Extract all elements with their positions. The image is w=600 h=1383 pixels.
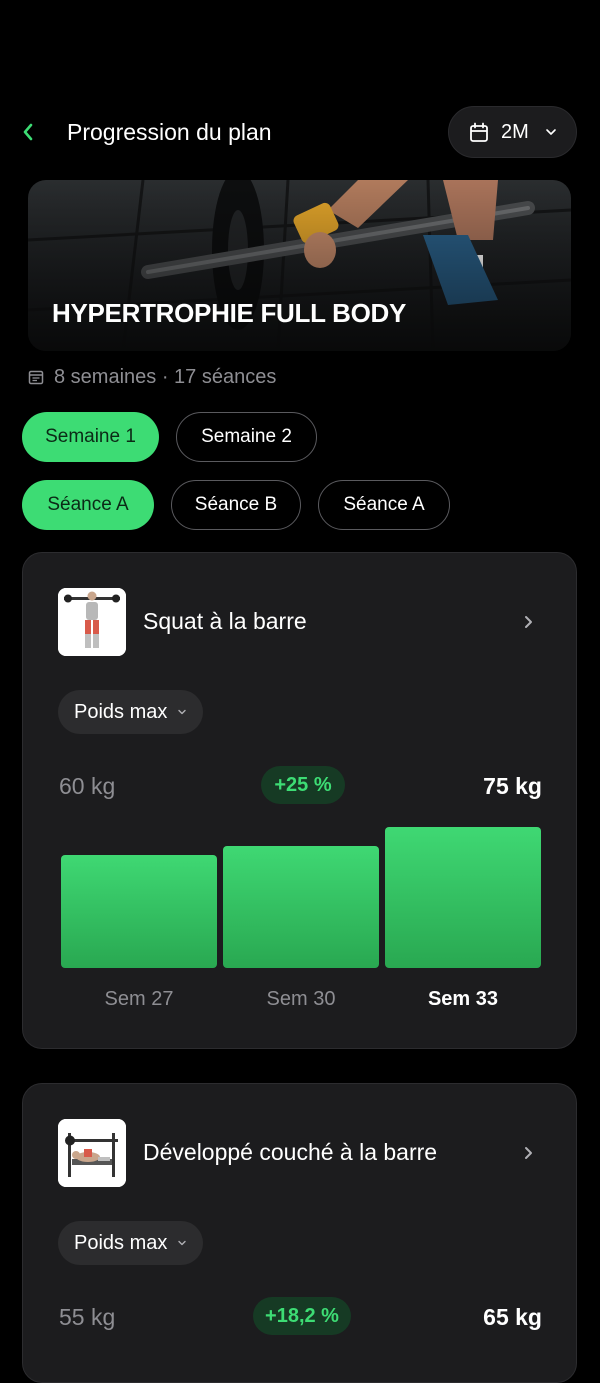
chart-bar [61, 855, 217, 968]
start-value: 55 kg [59, 1304, 116, 1330]
progress-chart: Sem 27 Sem 30 Sem 33 [23, 553, 578, 1050]
chart-bar [385, 827, 541, 968]
back-button[interactable] [16, 118, 40, 146]
end-value: 65 kg [483, 1304, 542, 1330]
plan-meta-text: 8 semaines · 17 séances [54, 365, 277, 388]
chart-bar [223, 846, 379, 968]
chart-category-label: Sem 30 [266, 988, 336, 1010]
exercise-name: Développé couché à la barre [143, 1139, 438, 1165]
chevron-down-icon [178, 1240, 187, 1246]
exercise-thumbnail [58, 1119, 126, 1187]
delta-badge: +18,2 % [253, 1297, 351, 1335]
week-pill-1[interactable]: Semaine 1 [22, 412, 159, 462]
calendar-icon [470, 122, 488, 142]
calendar-icon [28, 370, 44, 385]
chevron-right-icon [525, 1147, 532, 1159]
chart-category-label: Sem 27 [104, 988, 174, 1010]
metric-selector[interactable]: Poids max [58, 1221, 204, 1265]
period-selector[interactable]: 2M [448, 106, 577, 158]
metric-label: Poids max [74, 1231, 168, 1254]
bench-press-illustration-icon [58, 1119, 126, 1187]
chart-category-label: Sem 33 [427, 988, 499, 1010]
session-pill-b[interactable]: Séance B [171, 480, 301, 530]
plan-title: HYPERTROPHIE FULL BODY [52, 298, 407, 328]
session-pill-a-2[interactable]: Séance A [318, 480, 450, 530]
exercise-card[interactable]: Développé couché à la barre Poids max 55… [22, 1083, 577, 1383]
period-value: 2M [501, 121, 529, 143]
exercise-card[interactable]: Squat à la barre Poids max 60 kg +25 % 7… [22, 552, 577, 1049]
week-pill-2[interactable]: Semaine 2 [176, 412, 317, 462]
chevron-down-icon [546, 129, 556, 135]
plan-banner[interactable]: HYPERTROPHIE FULL BODY [28, 180, 571, 351]
top-bar: Progression du plan 2M [0, 106, 600, 158]
chevron-left-icon [23, 123, 33, 141]
plan-meta: 8 semaines · 17 séances [28, 364, 276, 390]
session-pill-a[interactable]: Séance A [22, 480, 154, 530]
page-title: Progression du plan [67, 119, 272, 145]
